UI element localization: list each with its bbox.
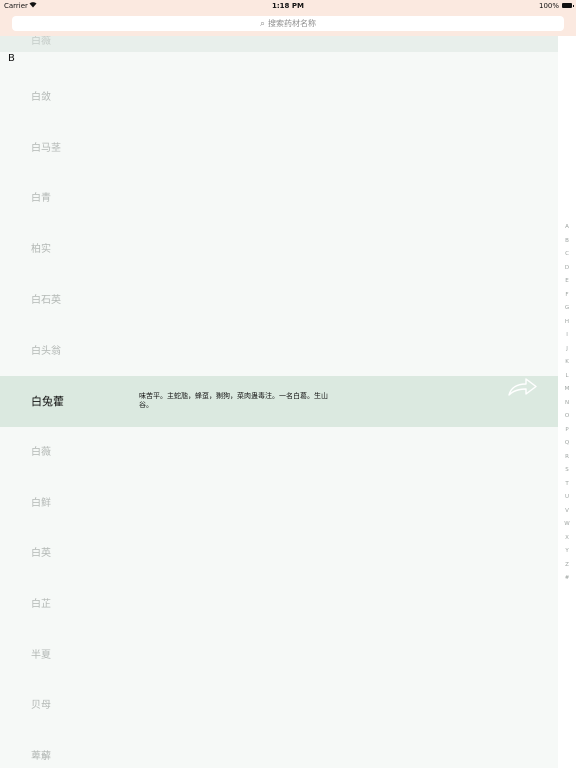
list-item[interactable]: 白马茎 <box>0 123 558 174</box>
index-letter[interactable]: E <box>558 278 576 285</box>
index-letter[interactable]: N <box>558 400 576 407</box>
index-letter[interactable]: Y <box>558 548 576 555</box>
list-item-label: 白芷 <box>31 599 51 610</box>
list-item-label: 半夏 <box>31 649 51 661</box>
list-item[interactable]: 白石英 <box>0 275 558 326</box>
index-letter[interactable]: M <box>558 386 576 393</box>
list-item[interactable]: 白头翁 <box>0 326 558 377</box>
list-item[interactable]: 白鲜 <box>0 478 558 529</box>
list-item-label: 白敛 <box>31 92 51 103</box>
list-item[interactable]: 半夏 <box>0 630 558 681</box>
index-letter[interactable]: # <box>558 575 576 582</box>
list-item[interactable]: 白英 <box>0 528 558 579</box>
index-letter[interactable]: Q <box>558 440 576 447</box>
search-input[interactable]: ⌕ 搜索药材名称 <box>12 16 564 31</box>
list-item[interactable]: 白芷 <box>0 579 558 630</box>
list-item-label: 柏实 <box>31 244 51 256</box>
index-letter[interactable]: L <box>558 373 576 380</box>
search-placeholder: 搜索药材名称 <box>268 19 317 28</box>
list-item-label: 白兔藿 <box>31 395 64 409</box>
index-letter[interactable]: I <box>558 332 576 339</box>
index-letter[interactable]: P <box>558 427 576 434</box>
section-header-label: B <box>8 53 15 64</box>
index-letter[interactable]: X <box>558 535 576 542</box>
index-letter[interactable]: U <box>558 494 576 501</box>
index-letter[interactable]: G <box>558 305 576 312</box>
status-bar: Carrier 1:18 PM 100% <box>0 0 576 12</box>
index-letter[interactable]: B <box>558 238 576 245</box>
list-item-label: 萆薢 <box>31 751 51 763</box>
index-letter[interactable]: T <box>558 481 576 488</box>
list-item-label: 白石英 <box>31 294 61 306</box>
list-item-label: 贝母 <box>31 700 51 712</box>
list-item-selected[interactable]: 白兔藿 味苦平。主蛇虺，蜂虿，猘狗，菜肉蛊毒注。一名白葛。生山谷。 <box>0 376 558 428</box>
list-item[interactable]: 萆薢 <box>0 731 558 768</box>
battery-percentage: 100% <box>538 2 559 10</box>
section-index-bar[interactable]: A B C D E F G H I J K L M N O P Q R S T U V W X Y Z # <box>558 36 576 768</box>
share-icon[interactable] <box>505 376 539 401</box>
index-letter[interactable]: Z <box>558 562 576 569</box>
list-item[interactable]: 贝母 <box>0 680 558 731</box>
index-letter[interactable]: F <box>558 292 576 299</box>
list-item[interactable]: 白薇 <box>0 36 558 52</box>
list-item[interactable]: 白敛 <box>0 72 558 123</box>
search-bar: ⌕ 搜索药材名称 <box>0 12 576 36</box>
index-letter[interactable]: O <box>558 413 576 420</box>
section-header: B <box>0 52 558 72</box>
index-letter[interactable]: R <box>558 454 576 461</box>
list-item-label: 白薇 <box>31 446 51 458</box>
list-item[interactable]: 白青 <box>0 173 558 224</box>
index-letter[interactable]: C <box>558 251 576 258</box>
item-description: 味苦平。主蛇虺，蜂虿，猘狗，菜肉蛊毒注。一名白葛。生山谷。 <box>139 392 328 410</box>
index-letter[interactable]: W <box>558 521 576 528</box>
list-item-label: 白头翁 <box>31 345 61 357</box>
list-item-label: 白青 <box>31 193 51 205</box>
list-item[interactable]: 白薇 <box>0 427 558 478</box>
list-item[interactable]: 柏实 <box>0 224 558 275</box>
clock: 1:18 PM <box>272 2 304 10</box>
list-item-label: 白薇 <box>31 36 51 47</box>
list-item-label: 白英 <box>31 548 51 560</box>
index-letter[interactable]: A <box>558 224 576 231</box>
index-letter[interactable]: S <box>558 467 576 474</box>
search-icon: ⌕ <box>259 19 266 29</box>
herb-list[interactable]: 白薇 B 白敛白马茎白青柏实白石英白头翁白兔藿 味苦平。主蛇虺，蜂虿，猘狗，菜肉蛊… <box>0 36 558 768</box>
list-item-label: 白鲜 <box>31 497 51 509</box>
battery-icon <box>562 3 574 8</box>
index-letter[interactable]: J <box>558 346 576 353</box>
index-letter[interactable]: D <box>558 265 576 272</box>
list-item-label: 白马茎 <box>31 142 61 154</box>
index-letter[interactable]: V <box>558 508 576 515</box>
index-letter[interactable]: H <box>558 319 576 326</box>
index-letter[interactable]: K <box>558 359 576 366</box>
